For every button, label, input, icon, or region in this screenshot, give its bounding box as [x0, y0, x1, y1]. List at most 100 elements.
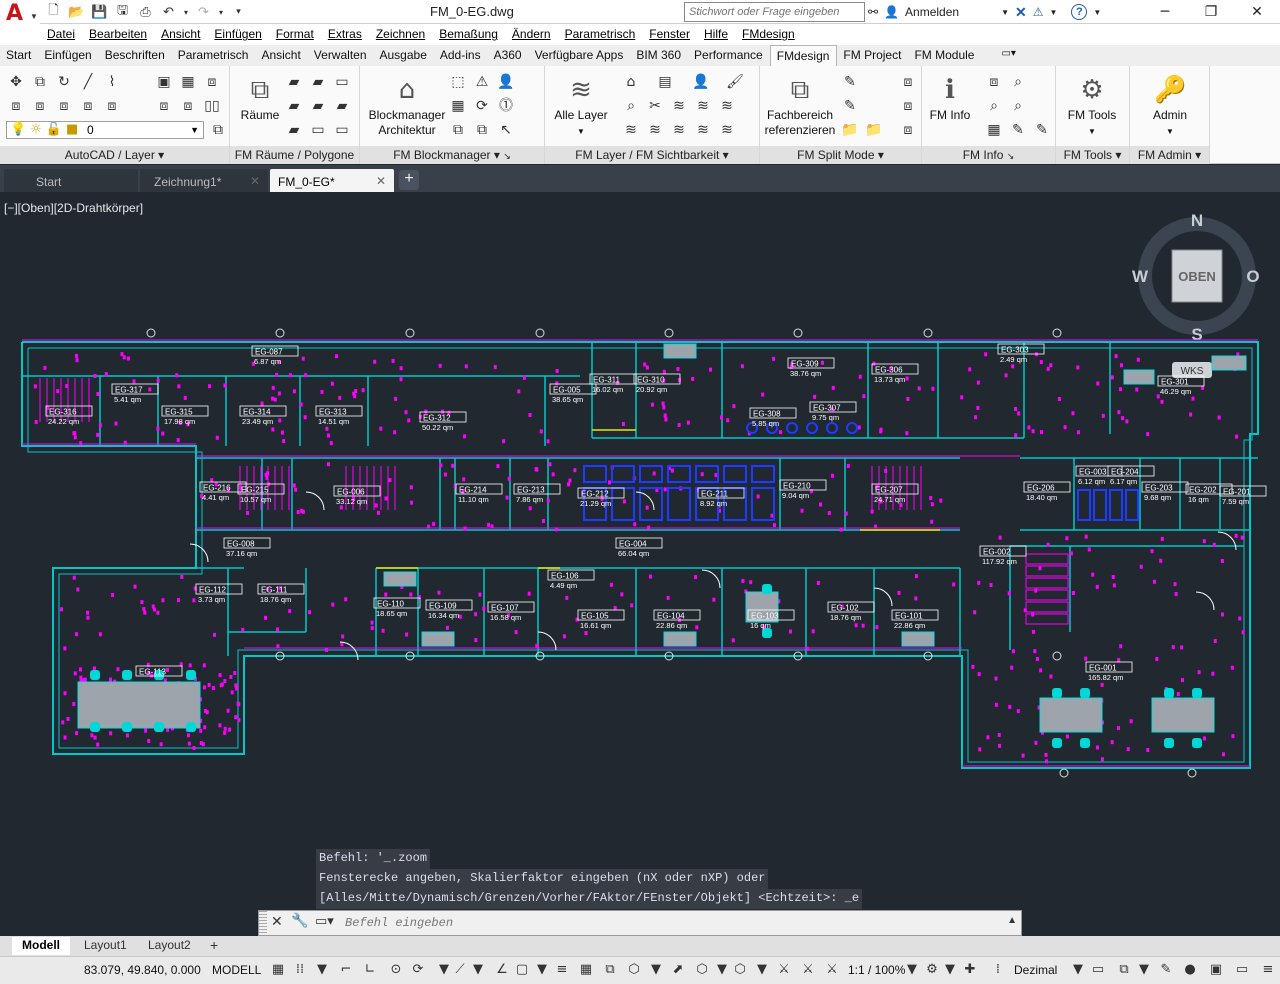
- room-label[interactable]: EG-11118.76 qm: [257, 583, 305, 604]
- room-label[interactable]: EG-10218.76 qm: [827, 601, 875, 622]
- isolate-objects-icon[interactable]: ✎: [1158, 962, 1174, 978]
- blockmanager-button[interactable]: ⌂ Blockmanager Architektur: [364, 74, 450, 138]
- block-number-icon[interactable]: ⓵: [496, 96, 516, 116]
- redo-icon[interactable]: ↷: [194, 3, 213, 22]
- viewcube-top-label[interactable]: OBEN: [1178, 269, 1216, 284]
- room-label[interactable]: EG-2039.68 qm: [1141, 481, 1189, 502]
- chevron-down-icon[interactable]: ▼: [1001, 8, 1009, 17]
- layer-person-icon[interactable]: 👤: [691, 72, 711, 92]
- info-pen-icon[interactable]: ✎: [1032, 120, 1052, 140]
- room-label[interactable]: EG-11018.65 qm: [373, 597, 421, 618]
- dropdown-icon[interactable]: ▼: [942, 962, 958, 978]
- admin-button[interactable]: 🔑 Admin ▼: [1136, 74, 1204, 139]
- room-label[interactable]: EG-21510.57 qm: [237, 483, 285, 504]
- command-input[interactable]: [345, 914, 995, 932]
- file-tab-start[interactable]: Start: [4, 169, 138, 192]
- a360-icon[interactable]: ⚠: [1033, 5, 1044, 19]
- room-label[interactable]: EG-0876.87 qm: [251, 345, 299, 366]
- binoculars-icon[interactable]: ⚯: [868, 5, 878, 19]
- menu-item-11[interactable]: Hilfe: [697, 27, 735, 41]
- layer-isolate-icon[interactable]: ⧈: [30, 96, 50, 116]
- room-label[interactable]: EG-21411.10 qm: [455, 483, 503, 504]
- polygon-check-icon[interactable]: ▰: [308, 96, 328, 116]
- search-input[interactable]: [684, 2, 865, 22]
- layer-merge-icon[interactable]: ▯▯: [202, 96, 222, 116]
- layer-settings-icon[interactable]: ⧉: [208, 120, 228, 140]
- ribbon-tab-0[interactable]: Start: [0, 45, 38, 66]
- room-label[interactable]: EG-31116.02 qm: [589, 373, 637, 394]
- info-tree-icon[interactable]: ⧈: [984, 72, 1004, 92]
- ribbon-tab-9[interactable]: Verfügbare Apps: [529, 45, 631, 66]
- ribbon-tab-1[interactable]: Einfügen: [38, 45, 98, 66]
- menu-item-9[interactable]: Parametrisch: [558, 27, 643, 41]
- room-label[interactable]: EG-00837.16 qm: [223, 537, 271, 558]
- snap-icon[interactable]: ⁞⁞: [292, 962, 308, 978]
- minimize-icon[interactable]: ─: [1142, 0, 1188, 24]
- chevron-up-icon[interactable]: ▲: [1007, 915, 1017, 926]
- selection-filter-icon[interactable]: ⬡: [694, 962, 710, 978]
- menu-item-2[interactable]: Ansicht: [154, 27, 207, 41]
- room-export-icon[interactable]: ▭: [332, 120, 352, 140]
- dropdown-icon[interactable]: ▼: [648, 962, 664, 978]
- osnap-tracking-icon[interactable]: ∠: [494, 962, 510, 978]
- room-label[interactable]: EG-001165.82 qm: [1085, 661, 1133, 682]
- room-label-icon[interactable]: ▭: [332, 72, 352, 92]
- room-label[interactable]: EG-10516.61 qm: [577, 609, 625, 630]
- split-layer-icon[interactable]: ⧈: [898, 72, 918, 92]
- menu-icon[interactable]: ≡: [1260, 962, 1276, 978]
- refresh-icon[interactable]: ⟳: [472, 96, 492, 116]
- room-label[interactable]: EG-31020.92 qm: [633, 373, 681, 394]
- grid-icon[interactable]: ▦: [270, 962, 286, 978]
- split-check-icon[interactable]: ✎: [840, 96, 860, 116]
- question-icon[interactable]: ?: [1071, 4, 1088, 20]
- split-folder-icon[interactable]: 📁: [840, 120, 860, 140]
- room-label[interactable]: EG-10716.58 qm: [487, 601, 535, 622]
- block-table-icon[interactable]: ▦: [448, 96, 468, 116]
- room-label[interactable]: EG-21221.29 qm: [577, 487, 625, 508]
- dynamic-ucs-icon[interactable]: ⬈: [670, 962, 686, 978]
- annotation-visibility-icon[interactable]: ⚔: [776, 962, 792, 978]
- room-label[interactable]: EG-1064.49 qm: [547, 569, 595, 590]
- layer-brush-icon[interactable]: 🖌: [725, 72, 745, 92]
- auto-scale-icon[interactable]: ⚔: [800, 962, 816, 978]
- save-icon[interactable]: 💾: [90, 3, 109, 22]
- ribbon-tab-4[interactable]: Ansicht: [255, 45, 307, 66]
- units-dropdown[interactable]: Dezimal: [1014, 963, 1057, 977]
- hatch-icon[interactable]: ▦: [178, 72, 198, 92]
- layer-stack3-icon[interactable]: ≋: [717, 96, 737, 116]
- alle-layer-button[interactable]: ≋ Alle Layer ▼: [551, 74, 611, 139]
- room-label[interactable]: EG-20724.71 qm: [871, 483, 919, 504]
- transparency-icon[interactable]: ▦: [578, 962, 594, 978]
- panel-label[interactable]: FM Split Mode ▾: [760, 146, 921, 164]
- layer-zoom-icon[interactable]: ⌕: [621, 96, 641, 116]
- room-label[interactable]: EG-00466.04 qm: [615, 537, 663, 558]
- workspace-gear-icon[interactable]: ⚙: [924, 962, 940, 978]
- layer-window-icon[interactable]: ▤: [655, 72, 675, 92]
- polyline-icon[interactable]: ⌇: [102, 72, 122, 92]
- room-label[interactable]: EG-00633.12 qm: [333, 485, 381, 506]
- undo-icon[interactable]: ↶: [159, 3, 178, 22]
- room-label[interactable]: EG-002117.92 qm: [979, 545, 1027, 566]
- open-icon[interactable]: 📂: [67, 3, 86, 22]
- room-label[interactable]: EG-31250.22 qm: [419, 411, 467, 432]
- layer-stack-icon[interactable]: ≋: [669, 96, 689, 116]
- block-insert-icon[interactable]: ⬚: [448, 72, 468, 92]
- info-grid-icon[interactable]: ▦: [984, 120, 1004, 140]
- room-label[interactable]: EG-3079.75 qm: [809, 401, 857, 422]
- room-label[interactable]: EG-31423.49 qm: [239, 405, 287, 426]
- ribbon-tab-11[interactable]: Performance: [688, 45, 770, 66]
- coordinate-readout[interactable]: 83.079, 49.840, 0.000: [84, 963, 201, 977]
- info-edit-icon[interactable]: ✎: [1008, 120, 1028, 140]
- polygon-split-icon[interactable]: ▰: [284, 120, 304, 140]
- room-label[interactable]: EG-10122.86 qm: [891, 609, 939, 630]
- dropdown-icon[interactable]: ▾: [182, 3, 190, 22]
- line-icon[interactable]: ╱: [78, 72, 98, 92]
- viewcube-north[interactable]: N: [1191, 211, 1203, 230]
- panel-label[interactable]: FM Info ↘: [922, 146, 1055, 164]
- block-arrow-icon[interactable]: ↖: [496, 120, 516, 140]
- ribbon-tab-3[interactable]: Parametrisch: [172, 45, 256, 66]
- dropdown-icon[interactable]: ▼: [1136, 962, 1152, 978]
- restore-icon[interactable]: ❐: [1188, 0, 1234, 24]
- dropdown-icon[interactable]: ▼: [754, 962, 770, 978]
- file-tab-zeichnung1[interactable]: Zeichnung1* ✕: [140, 169, 268, 192]
